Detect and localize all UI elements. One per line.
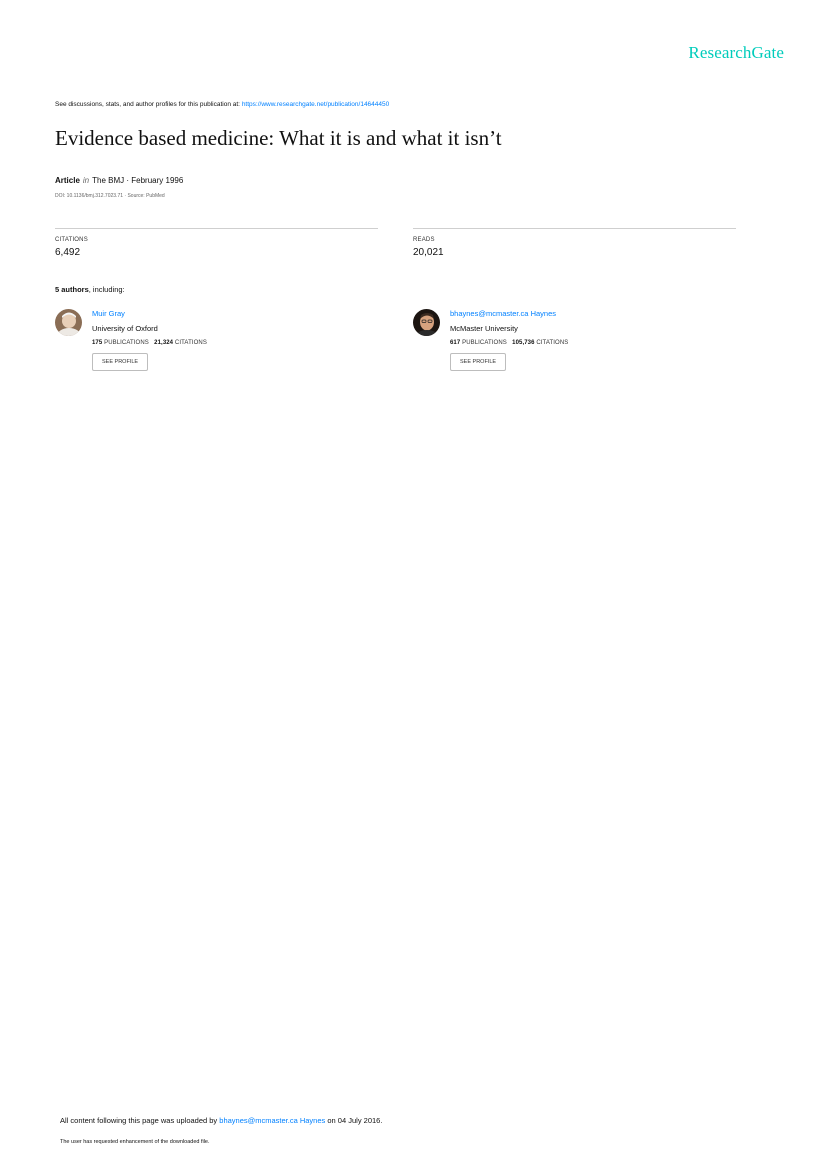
citations-value: 6,492 [55,247,81,258]
see-discussions-line: See discussions, stats, and author profi… [55,101,389,108]
avatar[interactable] [413,309,440,336]
citations-count-label: CITATIONS [536,340,569,346]
upload-suffix: on 04 July 2016. [327,1116,383,1125]
article-in: in [82,176,90,185]
citations-label: CITATIONS [55,237,88,243]
authors-suffix: , including: [88,285,125,294]
article-meta: Article in The BMJ · February 1996 [55,176,183,185]
researchgate-logo[interactable]: ResearchGate [688,43,784,63]
publications-label: PUBLICATIONS [104,340,149,346]
upload-notice: All content following this page was uplo… [60,1116,382,1125]
author-name-link[interactable]: bhaynes@mcmaster.ca Haynes [450,309,730,318]
article-type: Article [55,176,80,185]
enhancement-note: The user has requested enhancement of th… [60,1139,210,1145]
see-profile-button[interactable]: SEE PROFILE [92,353,149,371]
publications-count: 175 [92,340,103,346]
reads-label: READS [413,237,435,243]
article-title: Evidence based medicine: What it is and … [55,126,502,150]
citations-count: 105,736 [512,340,535,346]
author-institution: University of Oxford [92,324,158,333]
reads-value: 20,021 [413,247,444,258]
publications-count: 617 [450,340,461,346]
doi-source: DOI: 10.1136/bmj.312.7023.71 · Source: P… [55,193,165,199]
uploader-link[interactable]: bhaynes@mcmaster.ca Haynes [219,1116,325,1125]
person-photo-icon [413,309,440,336]
authors-heading: 5 authors, including: [55,285,125,294]
publications-label: PUBLICATIONS [462,340,507,346]
citations-stat: CITATIONS 6,492 [55,228,378,258]
citations-count: 21,324 [154,340,174,346]
upload-prefix: All content following this page was uplo… [60,1116,218,1125]
author-institution: McMaster University [450,324,518,333]
publication-link[interactable]: https://www.researchgate.net/publication… [242,101,389,108]
author-name-link[interactable]: Muir Gray [92,309,372,318]
see-discussions-text: See discussions, stats, and author profi… [55,101,240,108]
person-photo-icon [55,309,82,336]
reads-stat: READS 20,021 [413,228,736,258]
avatar[interactable] [55,309,82,336]
see-profile-button[interactable]: SEE PROFILE [450,353,507,371]
journal-date: The BMJ · February 1996 [92,176,184,185]
author-counts: 617 PUBLICATIONS 105,736 CITATIONS [450,340,730,346]
authors-count: 5 authors [55,285,89,294]
citations-count-label: CITATIONS [174,340,207,346]
author-counts: 175 PUBLICATIONS 21,324 CITATIONS [92,340,372,346]
